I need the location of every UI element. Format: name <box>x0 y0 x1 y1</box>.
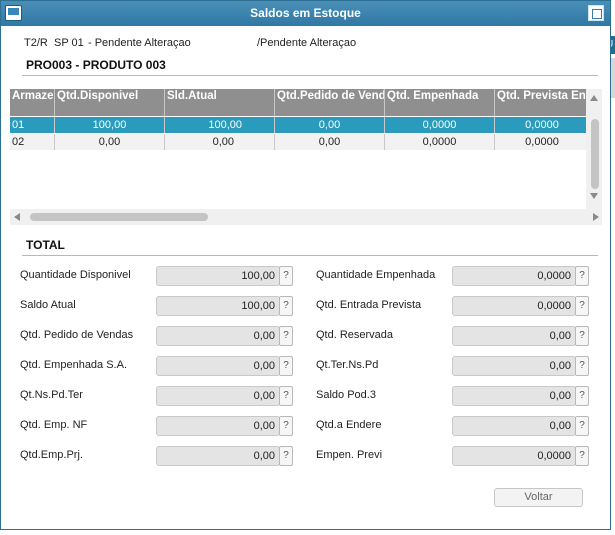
total-divider <box>22 255 598 256</box>
field-value[interactable]: 100,00 <box>156 296 280 316</box>
grid-body: Armaze Qtd.Disponivel Sld.Atual Qtd.Pedi… <box>10 89 586 209</box>
field-value[interactable]: 0,0000 <box>452 266 576 286</box>
field-label: Qtd.a Endere <box>316 419 382 431</box>
field-value[interactable]: 0,00 <box>156 416 280 436</box>
table-cell[interactable]: 02 <box>10 134 55 150</box>
field-label: Qtd. Reservada <box>316 329 394 341</box>
column-header[interactable]: Sld.Atual <box>165 89 275 116</box>
table-cell[interactable]: 01 <box>10 117 55 133</box>
field-value[interactable]: 0,00 <box>156 446 280 466</box>
field-label: Qt.Ns.Pd.Ter <box>20 389 83 401</box>
field-label: Quantidade Disponivel <box>20 269 131 281</box>
help-button[interactable]: ? <box>575 296 589 316</box>
field-value[interactable]: 0,00 <box>452 416 576 436</box>
column-header[interactable]: Qtd.Disponivel <box>55 89 165 116</box>
product-title: PRO003 - PRODUTO 003 <box>26 58 166 72</box>
status-left: - Pendente Alteraçao <box>88 37 191 49</box>
help-button[interactable]: ? <box>575 326 589 346</box>
column-header[interactable]: Qtd. Empenhada <box>385 89 495 116</box>
field-label: Quantidade Empenhada <box>316 269 436 281</box>
field-label: Qt.Ter.Ns.Pd <box>316 359 379 371</box>
field-label: Empen. Previ <box>316 449 383 461</box>
field-value[interactable]: 0,00 <box>156 386 280 406</box>
field-value[interactable]: 0,0000 <box>452 296 576 316</box>
scroll-left-icon[interactable] <box>14 213 20 221</box>
field-label: Qtd. Pedido de Vendas <box>20 329 134 341</box>
field-value[interactable]: 0,00 <box>452 356 576 376</box>
table-cell[interactable]: 100,00 <box>55 117 165 133</box>
total-section-title: TOTAL <box>26 238 65 252</box>
scroll-down-icon[interactable] <box>590 193 598 199</box>
horizontal-scrollbar[interactable] <box>10 209 602 225</box>
help-button[interactable]: ? <box>575 416 589 436</box>
field-label: Qtd. Emp. NF <box>20 419 88 431</box>
field-value[interactable]: 0,00 <box>452 326 576 346</box>
help-button[interactable]: ? <box>575 266 589 286</box>
vertical-scrollbar[interactable] <box>586 89 602 209</box>
column-header[interactable]: Armaze <box>10 89 55 116</box>
help-button[interactable]: ? <box>279 326 293 346</box>
table-cell[interactable]: 100,00 <box>165 117 275 133</box>
window-title: Saldos em Estoque <box>250 6 361 20</box>
scroll-up-icon[interactable] <box>590 95 598 101</box>
field-value[interactable]: 0,00 <box>452 386 576 406</box>
saldos-dialog: Saldos em Estoque T2/R SP 01 - Pendente … <box>0 0 611 530</box>
table-cell[interactable]: 0,00 <box>275 117 385 133</box>
field-value[interactable]: 0,00 <box>156 356 280 376</box>
field-label: Saldo Pod.3 <box>316 389 376 401</box>
location-code: SP 01 <box>54 37 84 49</box>
table-cell[interactable]: 0,0000 <box>385 134 495 150</box>
field-label: Saldo Atual <box>20 299 76 311</box>
field-label: Qtd.Emp.Prj. <box>20 449 83 461</box>
column-header[interactable]: Qtd. Prevista Ent <box>495 89 586 116</box>
branch-code: T2/R <box>24 37 48 49</box>
table-cell[interactable]: 0,0000 <box>495 117 586 133</box>
status-right: /Pendente Alteraçao <box>257 37 357 49</box>
help-button[interactable]: ? <box>279 296 293 316</box>
help-button[interactable]: ? <box>279 446 293 466</box>
voltar-button[interactable]: Voltar <box>494 488 583 507</box>
stock-grid[interactable]: Armaze Qtd.Disponivel Sld.Atual Qtd.Pedi… <box>10 89 602 225</box>
horizontal-scroll-thumb[interactable] <box>30 213 208 221</box>
table-cell[interactable]: 0,0000 <box>495 134 586 150</box>
help-button[interactable]: ? <box>279 416 293 436</box>
help-button[interactable]: ? <box>279 266 293 286</box>
help-button[interactable]: ? <box>575 446 589 466</box>
help-button[interactable]: ? <box>279 356 293 376</box>
scroll-right-icon[interactable] <box>593 213 599 221</box>
table-cell[interactable]: 0,00 <box>165 134 275 150</box>
maximize-button[interactable] <box>588 5 604 21</box>
column-header[interactable]: Qtd.Pedido de Vendas <box>275 89 385 116</box>
table-cell[interactable]: 0,0000 <box>385 117 495 133</box>
header-divider <box>22 75 598 76</box>
field-value[interactable]: 0,00 <box>156 326 280 346</box>
field-value[interactable]: 100,00 <box>156 266 280 286</box>
field-label: Qtd. Empenhada S.A. <box>20 359 128 371</box>
help-button[interactable]: ? <box>575 386 589 406</box>
table-cell[interactable]: 0,00 <box>275 134 385 150</box>
vertical-scroll-thumb[interactable] <box>591 119 599 189</box>
title-bar[interactable]: Saldos em Estoque <box>1 1 610 26</box>
table-cell[interactable]: 0,00 <box>55 134 165 150</box>
help-button[interactable]: ? <box>575 356 589 376</box>
help-button[interactable]: ? <box>279 386 293 406</box>
field-value[interactable]: 0,0000 <box>452 446 576 466</box>
field-label: Qtd. Entrada Prevista <box>316 299 422 311</box>
